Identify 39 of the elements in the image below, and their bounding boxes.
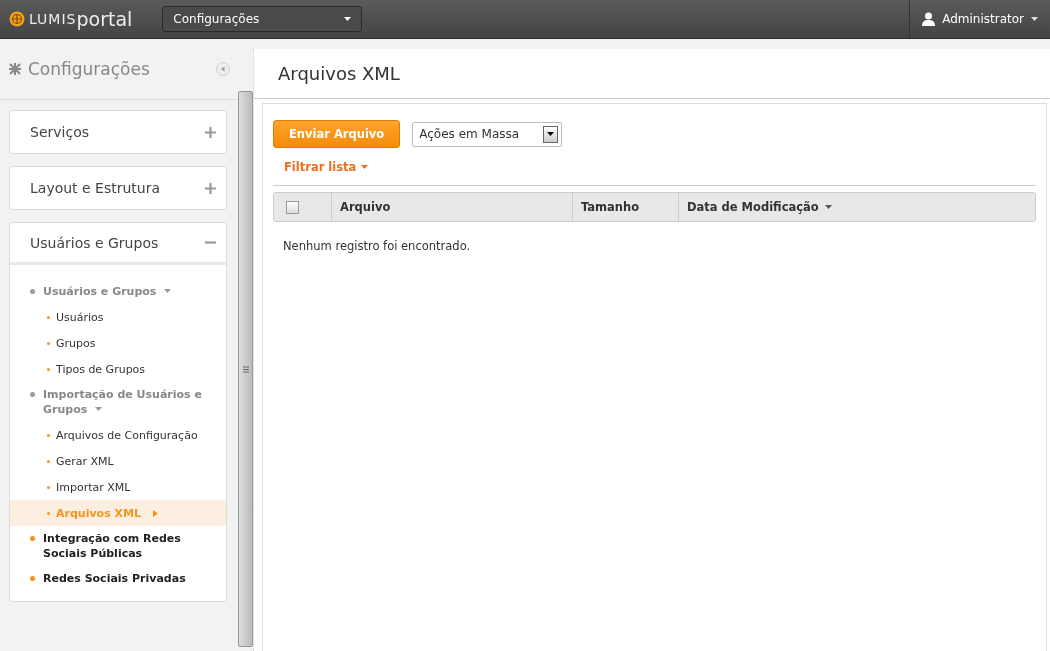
tree-item[interactable]: Importação de Usuários e Grupos (10, 382, 226, 422)
caret-icon (164, 289, 172, 293)
empty-message: Nenhum registro foi encontrado. (283, 239, 472, 253)
tree-subitem[interactable]: Grupos (10, 330, 226, 356)
collapse-icon[interactable] (216, 62, 230, 76)
tree-item[interactable]: Integração com Redes Sociais Públicas (10, 526, 226, 566)
column-header[interactable]: Tamanho (572, 193, 678, 221)
tree-subitem[interactable]: Gerar XML (10, 448, 226, 474)
tree-subitem[interactable]: Usuários (10, 304, 226, 330)
logo-text: LUMIS (29, 11, 77, 27)
tree-item[interactable]: Redes Sociais Privadas (10, 566, 226, 591)
caret-icon (1031, 17, 1038, 21)
grip-icon (242, 365, 249, 373)
context-select[interactable]: Configurações (162, 6, 363, 32)
tree-subitem[interactable]: Arquivos de Configuração (10, 422, 226, 448)
user-menu[interactable]: Administrator (909, 0, 1050, 38)
user-icon (922, 12, 936, 26)
section-header[interactable]: Layout e Estrutura (10, 167, 226, 209)
logo-text: portal (76, 8, 133, 30)
tree-subitem[interactable]: Importar XML (10, 474, 226, 500)
caret-icon (361, 165, 369, 169)
arrow-icon (152, 509, 158, 517)
plus-icon (205, 182, 216, 194)
column-header[interactable]: Data de Modificação (678, 193, 1035, 221)
select-all-checkbox[interactable] (286, 200, 299, 214)
bulk-actions-select[interactable]: Ações em Massa (412, 121, 563, 147)
tree-subitem[interactable]: Tipos de Grupos (10, 356, 226, 382)
caret-icon (547, 132, 555, 136)
tree-item[interactable]: Usuários e Grupos (10, 279, 226, 304)
page-title: Arquivos XML (254, 49, 1050, 99)
sidebar-title: Configurações (28, 59, 151, 79)
plus-icon (205, 126, 216, 138)
caret-icon (344, 17, 352, 21)
sort-caret-icon (824, 205, 832, 209)
caret-icon (95, 407, 103, 411)
column-header[interactable]: Arquivo (331, 193, 572, 221)
section-header[interactable]: Serviços (10, 111, 226, 153)
logo-icon (9, 11, 25, 27)
section-header[interactable]: Usuários e Grupos (10, 223, 226, 265)
